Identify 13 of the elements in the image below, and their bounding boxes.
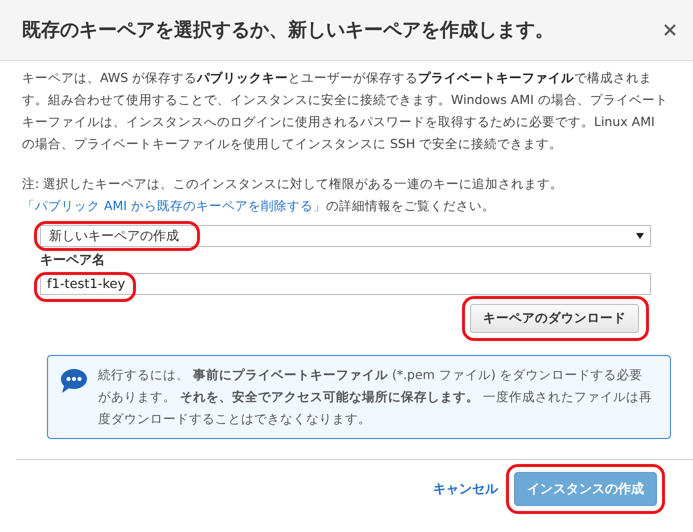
field-label: キーペア名	[40, 252, 106, 269]
cancel-link[interactable]: キャンセル	[433, 480, 498, 498]
dialog-title: 既存のキーペアを選択するか、新しいキーペアを作成します。	[22, 18, 554, 43]
keypair-name-field[interactable]: f1-test1-key	[40, 273, 651, 295]
keypair-dropdown[interactable]: 新しいキーペアの作成	[40, 225, 651, 247]
note-text: 注: 選択したキーペアは、このインスタンスに対して権限がある一連のキーに追加されます。 「パブリック AMI から既存のキーペアを削除する」の詳細情報をご覧ください。	[22, 175, 564, 215]
info-text: 続行するには、 事前にプライベートキーファイル (*.pem ファイル) をダウンロードする必要があります。 それを、安全でアクセス可能な場所に保存します。 一度作成されたファイルは再度ダウンロードすることはできなくなります。	[98, 366, 652, 428]
caret-icon	[636, 233, 644, 239]
description-text: キーペアは、AWS が保存するパブリックキーとユーザーが保存するプライベートキーファイルで構成されます。組み合わせて使用することで、インスタンスに安全に接続できます。Windows AMI の場合、プライベートキーファイルは、インスタンスへのログインに使用されるパスワードを取得するために必要です。Linux AMI の場合、プライベートキーファイルを使用してインスタンスに SSH で安全に接続できます。	[22, 69, 669, 153]
download-button[interactable]: キーペアのダウンロード	[470, 304, 639, 333]
close-icon[interactable]	[663, 23, 677, 37]
chat-bubble-icon	[60, 368, 88, 394]
help-link[interactable]: 「パブリック AMI から既存のキーペアを削除する」	[22, 198, 326, 213]
